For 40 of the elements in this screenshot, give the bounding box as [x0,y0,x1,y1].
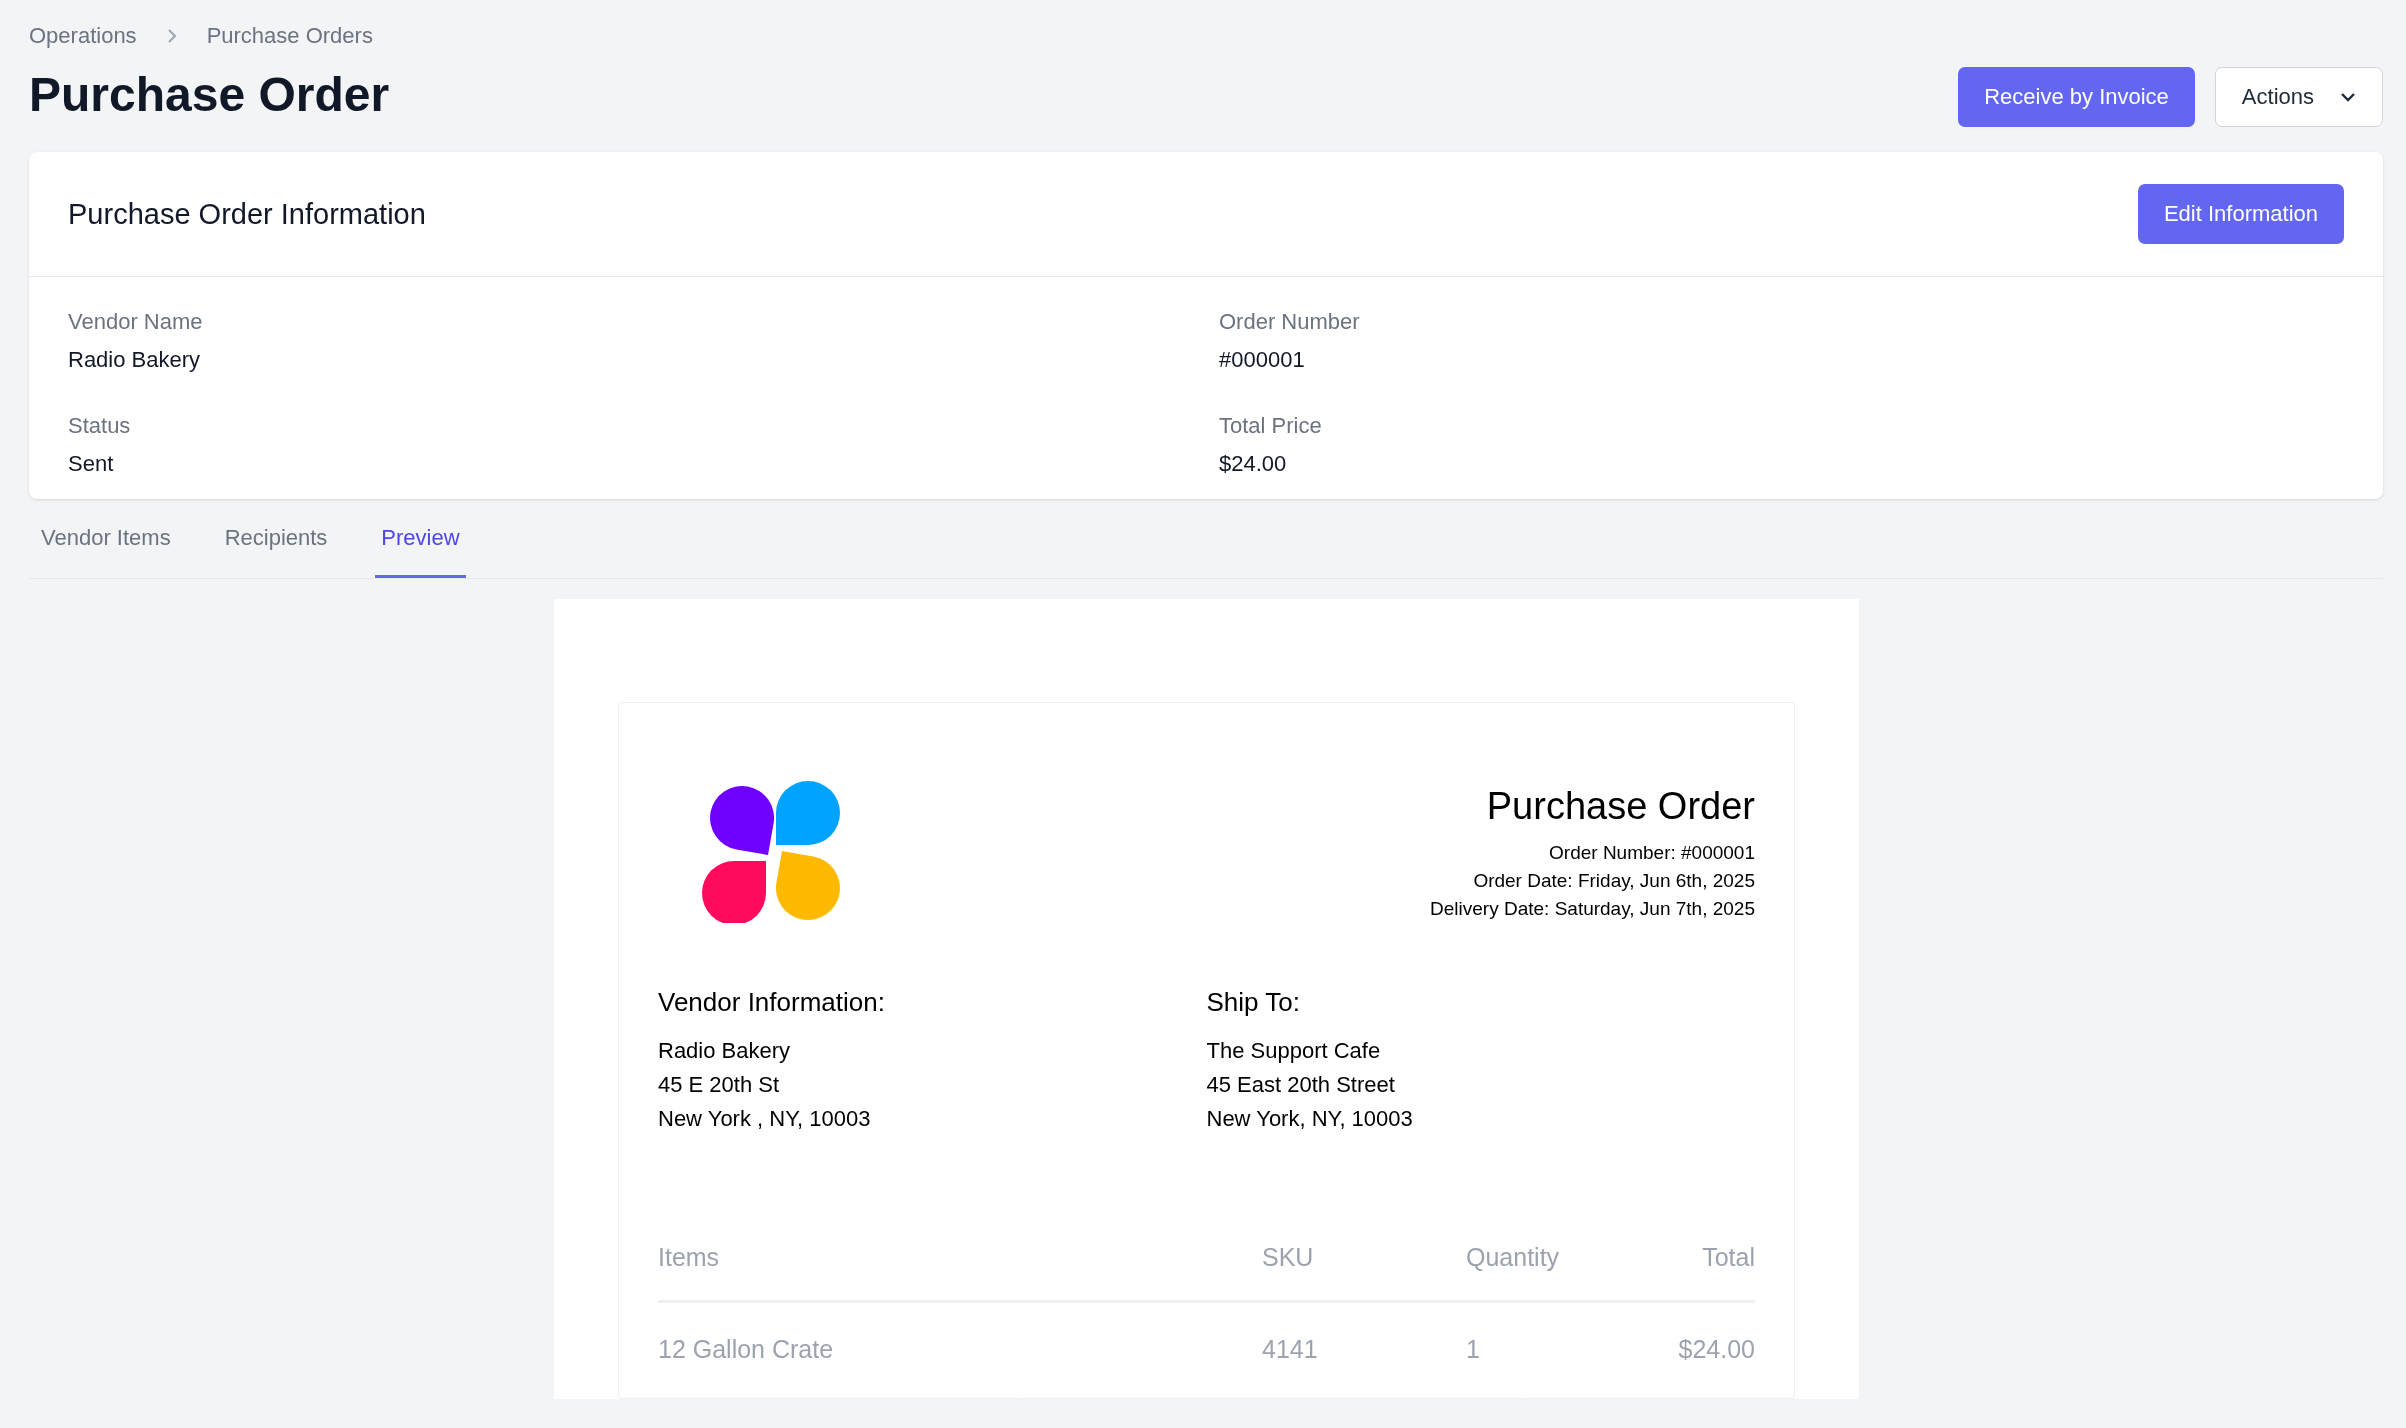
card-title: Purchase Order Information [68,197,426,231]
order-meta-line: Order Number: #000001 [1549,842,1755,864]
address-line: 45 E 20th St [658,1072,781,1098]
actions-dropdown[interactable]: Actions [2214,67,2383,127]
column-header: Items [658,1242,721,1272]
column-header: Total [1701,1242,1755,1272]
table-cell-text: 12 Gallon Crate [658,1334,835,1364]
field-label: Order Number [1219,309,1361,335]
field-value: #000001 [1219,347,1306,373]
address-line: Radio Bakery [658,1038,792,1064]
edit-information-button[interactable]: Edit Information [2137,184,2344,244]
table-cell-text: $24.00 [1677,1334,1755,1364]
field-value: Radio Bakery [68,347,202,373]
breadcrumb-link[interactable]: Purchase Orders [206,23,373,49]
column-header: Quantity [1466,1242,1561,1272]
field-value: Sent [68,451,115,477]
address-line: New York, NY, 10003 [1206,1106,1414,1132]
column-header: SKU [1262,1242,1315,1272]
chevron-down-icon [2340,92,2356,102]
order-meta-line: Order Date: Friday, Jun 6th, 2025 [1473,870,1755,892]
address-line: The Support Cafe [1206,1038,1382,1064]
field-label: Vendor Name [68,309,204,335]
chevron-right-icon [166,28,177,44]
tab[interactable]: Vendor Items [35,515,177,578]
table-cell-text: 1 [1466,1334,1481,1364]
receive-button[interactable]: Receive by Invoice [1958,67,2195,127]
field-value: $24.00 [1219,451,1288,477]
tab[interactable]: Preview [375,515,466,578]
document-title: Purchase Order [1486,785,1755,828]
page-title: Purchase Order [29,67,390,122]
ship-to-heading: Ship To: [1206,987,1301,1018]
address-line: New York , NY, 10003 [658,1106,872,1132]
table-cell-text: 4141 [1262,1334,1319,1364]
field-label: Total Price [1219,413,1323,439]
tab[interactable]: Recipients [218,515,334,578]
breadcrumb-link[interactable]: Operations [29,23,137,49]
address-line: 45 East 20th Street [1206,1072,1396,1098]
field-label: Status [68,413,132,439]
order-meta-line: Delivery Date: Saturday, Jun 7th, 2025 [1430,898,1755,920]
vendor-heading: Vendor Information: [658,987,886,1018]
